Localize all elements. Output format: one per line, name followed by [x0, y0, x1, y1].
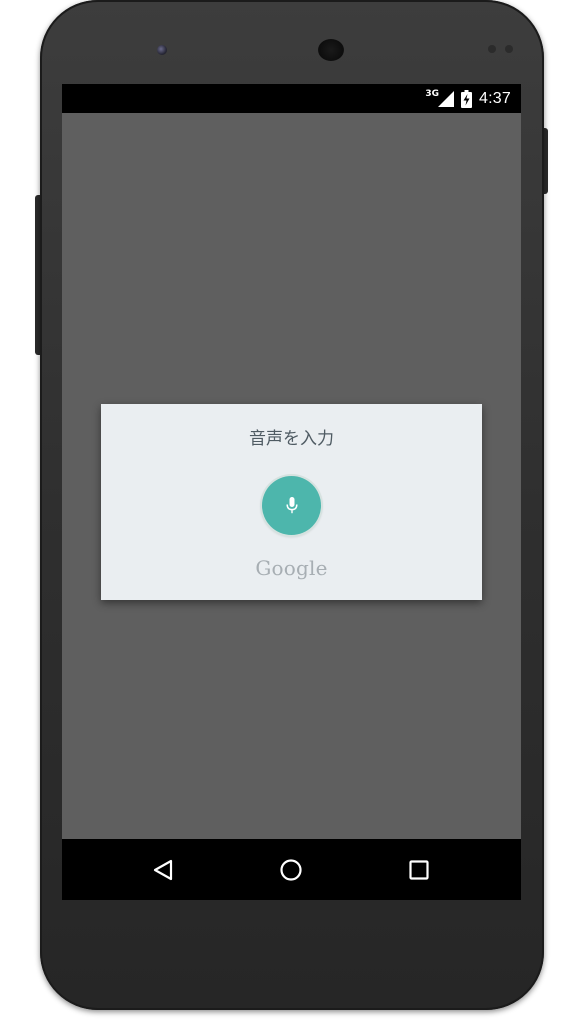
status-clock: 4:37 — [479, 89, 511, 107]
device-screen: 3G 4:37 音声を入力 Google — [62, 84, 521, 900]
microphone-icon — [285, 496, 298, 513]
dialog-title: 音声を入力 — [249, 429, 334, 449]
proximity-sensor — [488, 45, 496, 53]
front-camera — [157, 45, 167, 55]
status-bar: 3G 4:37 — [62, 84, 521, 113]
microphone-button[interactable] — [262, 476, 321, 535]
back-button[interactable] — [147, 854, 179, 886]
navigation-bar — [62, 839, 521, 900]
light-sensor — [505, 45, 513, 53]
recent-apps-button[interactable] — [403, 854, 435, 886]
status-icons: 3G 4:37 — [425, 84, 511, 113]
google-brand-label: Google — [255, 556, 328, 580]
recent-apps-icon — [409, 860, 429, 880]
back-icon — [153, 859, 173, 881]
home-button[interactable] — [275, 854, 307, 886]
network-type-label: 3G — [425, 89, 440, 99]
signal-icon — [438, 90, 455, 107]
voice-input-dialog: 音声を入力 Google — [101, 404, 482, 600]
home-icon — [280, 859, 302, 881]
battery-charging-icon — [461, 89, 473, 108]
earpiece-speaker — [318, 39, 344, 61]
